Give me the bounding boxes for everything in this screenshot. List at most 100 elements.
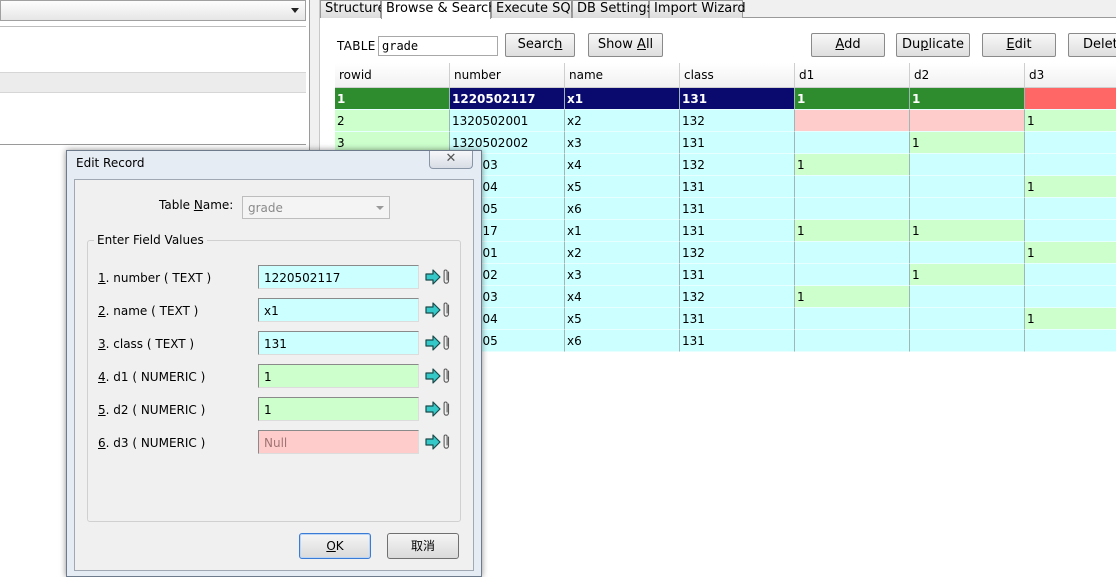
cell-d2[interactable]	[910, 176, 1025, 198]
show-all-button[interactable]: Show All	[588, 33, 663, 57]
paperclip-icon[interactable]	[442, 367, 451, 385]
column-header-class[interactable]: class	[680, 63, 795, 88]
duplicate-button[interactable]: Duplicate	[896, 33, 970, 57]
cell-d1[interactable]: 1	[795, 220, 910, 242]
cell-class[interactable]: 131	[680, 308, 795, 330]
cell-d3[interactable]	[1025, 132, 1116, 154]
field-value-input[interactable]: 131	[258, 331, 419, 355]
cell-d3[interactable]	[1025, 220, 1116, 242]
cell-d3[interactable]: 1	[1025, 242, 1116, 264]
tab-db-settings[interactable]: DB Settings	[572, 0, 653, 18]
table-row[interactable]: 2 1320502001 x2 132 1	[335, 110, 1116, 132]
table-row-selected[interactable]: 1 1220502117 x1 131 1 1	[335, 88, 1116, 110]
cell-d2[interactable]	[910, 110, 1025, 132]
cell-name[interactable]: x3	[565, 132, 680, 154]
column-header-d3[interactable]: d3	[1025, 63, 1116, 88]
cell-name[interactable]: x6	[565, 198, 680, 220]
cell-d3[interactable]	[1025, 198, 1116, 220]
cell-name[interactable]: x2	[565, 242, 680, 264]
cell-class[interactable]: 131	[680, 264, 795, 286]
paperclip-icon[interactable]	[442, 433, 451, 451]
cell-d3[interactable]: 1	[1025, 110, 1116, 132]
ok-button[interactable]: OK	[299, 533, 371, 559]
cell-class[interactable]: 131	[680, 220, 795, 242]
field-value-input[interactable]: 1	[258, 364, 419, 388]
cell-d3[interactable]	[1025, 286, 1116, 308]
cell-name[interactable]: x1	[565, 220, 680, 242]
cell-d2[interactable]: 1	[910, 132, 1025, 154]
cell-d2[interactable]	[910, 308, 1025, 330]
field-value-input[interactable]: x1	[258, 298, 419, 322]
cell-d2[interactable]	[910, 330, 1025, 352]
cell-number[interactable]: 1220502117	[450, 88, 565, 110]
cell-d1[interactable]	[795, 110, 910, 132]
cell-class[interactable]: 131	[680, 132, 795, 154]
cell-class[interactable]: 132	[680, 110, 795, 132]
cell-d1[interactable]	[795, 198, 910, 220]
cell-name[interactable]: x2	[565, 110, 680, 132]
arrow-right-icon[interactable]	[425, 401, 441, 417]
cell-d3[interactable]: 1	[1025, 176, 1116, 198]
paperclip-icon[interactable]	[442, 301, 451, 319]
cell-number[interactable]: 1320502001	[450, 110, 565, 132]
left-combo-box[interactable]	[0, 0, 306, 21]
cell-name[interactable]: x1	[565, 88, 680, 110]
cell-d3[interactable]: 1	[1025, 308, 1116, 330]
arrow-right-icon[interactable]	[425, 335, 441, 351]
paperclip-icon[interactable]	[442, 334, 451, 352]
cell-d3[interactable]	[1025, 264, 1116, 286]
cell-d1[interactable]	[795, 176, 910, 198]
arrow-right-icon[interactable]	[425, 434, 441, 450]
cell-name[interactable]: x6	[565, 330, 680, 352]
cell-name[interactable]: x4	[565, 154, 680, 176]
chevron-down-icon[interactable]	[291, 8, 299, 13]
tab-import-wizard[interactable]: Import Wizard	[649, 0, 746, 18]
table-select[interactable]: grade	[378, 36, 498, 56]
column-header-name[interactable]: name	[565, 63, 680, 88]
paperclip-icon[interactable]	[442, 268, 451, 286]
cell-d1[interactable]	[795, 132, 910, 154]
field-value-input[interactable]: 1220502117	[258, 265, 419, 289]
cell-class[interactable]: 132	[680, 242, 795, 264]
cell-class[interactable]: 132	[680, 154, 795, 176]
cancel-button[interactable]: 取消	[387, 533, 459, 559]
tab-structure[interactable]: Structure	[320, 0, 385, 18]
cell-d1[interactable]	[795, 330, 910, 352]
field-value-input[interactable]: 1	[258, 397, 419, 421]
cell-d3[interactable]	[1025, 154, 1116, 176]
cell-name[interactable]: x3	[565, 264, 680, 286]
search-button[interactable]: Search	[505, 33, 575, 57]
edit-button[interactable]: Edit	[982, 33, 1056, 57]
column-header-d1[interactable]: d1	[795, 63, 910, 88]
cell-d1[interactable]: 1	[795, 286, 910, 308]
paperclip-icon[interactable]	[442, 400, 451, 418]
cell-d2[interactable]: 1	[910, 264, 1025, 286]
arrow-right-icon[interactable]	[425, 302, 441, 318]
column-header-d2[interactable]: d2	[910, 63, 1025, 88]
add-button[interactable]: Add	[811, 33, 885, 57]
cell-d3[interactable]	[1025, 88, 1116, 110]
cell-d1[interactable]: 1	[795, 88, 910, 110]
field-value-input[interactable]: Null	[258, 430, 419, 454]
arrow-right-icon[interactable]	[425, 269, 441, 285]
cell-d2[interactable]	[910, 198, 1025, 220]
cell-d2[interactable]	[910, 154, 1025, 176]
cell-d2[interactable]: 1	[910, 220, 1025, 242]
cell-name[interactable]: x4	[565, 286, 680, 308]
cell-d3[interactable]	[1025, 330, 1116, 352]
arrow-right-icon[interactable]	[425, 368, 441, 384]
cell-d1[interactable]	[795, 308, 910, 330]
column-header-rowid[interactable]: rowid	[335, 63, 450, 88]
delete-button[interactable]: Delet	[1068, 33, 1116, 57]
cell-class[interactable]: 132	[680, 286, 795, 308]
cell-class[interactable]: 131	[680, 88, 795, 110]
cell-d2[interactable]	[910, 286, 1025, 308]
close-button[interactable]: ✕	[429, 151, 473, 169]
cell-class[interactable]: 131	[680, 198, 795, 220]
tab-execute-sql[interactable]: Execute SQL	[491, 0, 578, 18]
cell-d2[interactable]: 1	[910, 88, 1025, 110]
cell-name[interactable]: x5	[565, 308, 680, 330]
cell-d1[interactable]: 1	[795, 154, 910, 176]
cell-d1[interactable]	[795, 242, 910, 264]
cell-rowid[interactable]: 2	[335, 110, 450, 132]
